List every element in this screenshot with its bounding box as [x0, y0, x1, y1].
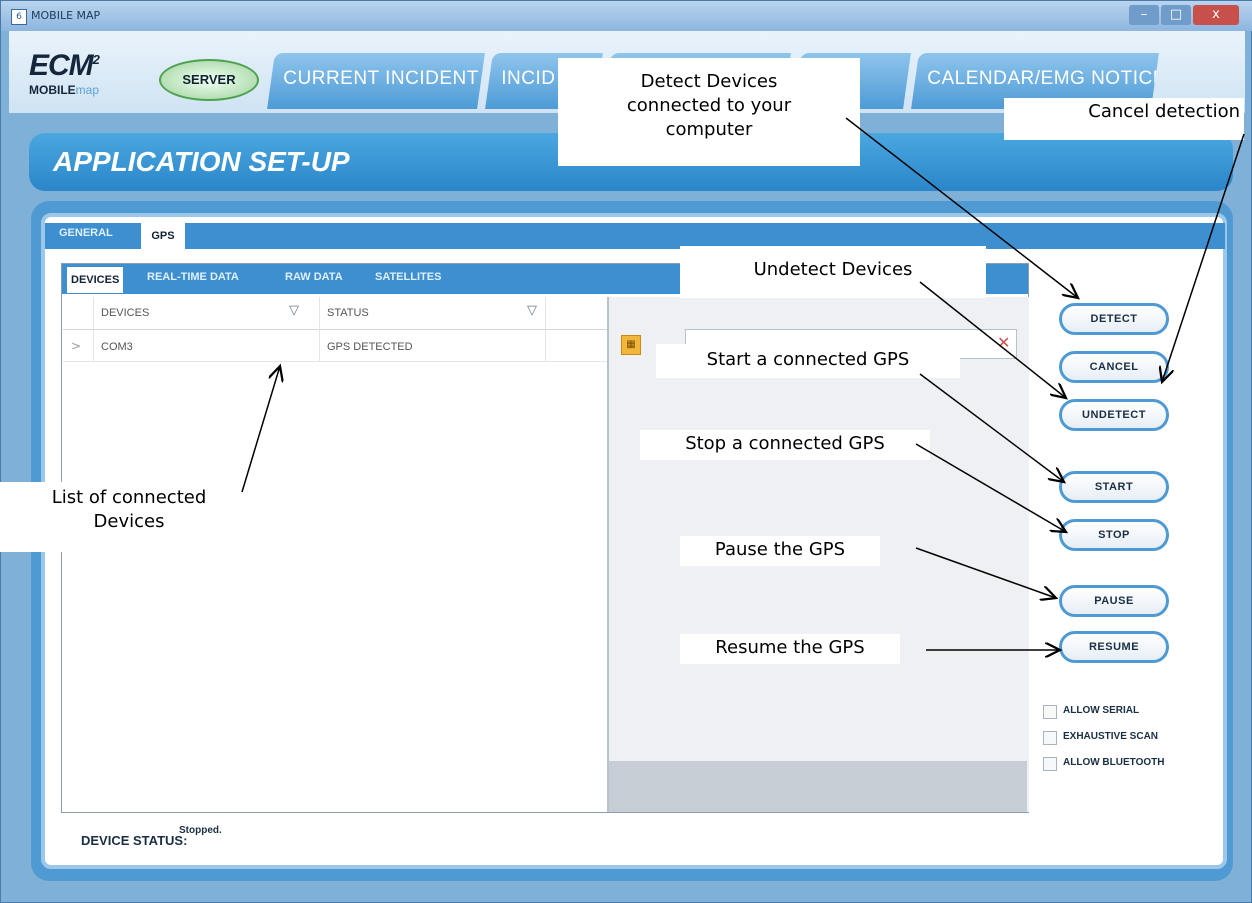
callout-undetect: Undetect Devices: [680, 246, 986, 298]
resume-button[interactable]: RESUME: [1059, 631, 1169, 663]
pause-button[interactable]: PAUSE: [1059, 585, 1169, 617]
callout-start: Start a connected GPS: [656, 344, 960, 378]
cell-status[interactable]: GPS DETECTED: [327, 341, 413, 353]
grid-divider: [63, 361, 607, 362]
grid-divider: [319, 297, 320, 361]
callout-cancel: Cancel detection: [1004, 98, 1244, 140]
callout-pause: Pause the GPS: [680, 536, 880, 566]
callout-detect-line3: computer: [665, 119, 753, 140]
callout-list: List of connected Devices: [0, 482, 258, 552]
tab-current-incident[interactable]: CURRENT INCIDENT: [267, 53, 485, 109]
device-status-value: Stopped.: [179, 825, 222, 836]
tab-label: CURRENT INCIDENT: [283, 68, 479, 89]
logo-superscript: 2: [92, 52, 100, 67]
callout-resume: Resume the GPS: [680, 634, 900, 664]
maximize-button[interactable]: □: [1161, 5, 1191, 25]
start-button[interactable]: START: [1059, 471, 1169, 503]
page-title: APPLICATION SET-UP: [53, 146, 350, 177]
tab-real-time-data[interactable]: REAL-TIME DATA: [147, 271, 239, 283]
window-title: MOBILE MAP: [31, 9, 101, 22]
filter-icon[interactable]: ▽: [527, 303, 537, 318]
callout-list-line2: Devices: [93, 511, 165, 532]
device-status-label: DEVICE STATUS:: [81, 833, 188, 848]
allow-serial-label: ALLOW SERIAL: [1063, 705, 1140, 716]
callout-list-line1: List of connected: [51, 487, 207, 508]
cell-device[interactable]: COM3: [101, 341, 133, 353]
grid-divider: [545, 297, 546, 361]
server-badge[interactable]: SERVER: [159, 59, 259, 101]
logo-mobile: MOBILE: [29, 83, 76, 97]
exhaustive-scan-checkbox[interactable]: [1043, 731, 1057, 745]
title-bar[interactable]: 6 MOBILE MAP – □ x: [1, 1, 1252, 31]
column-header-devices[interactable]: DEVICES: [101, 307, 149, 319]
minimize-button[interactable]: –: [1129, 5, 1159, 25]
tab-raw-data[interactable]: RAW DATA: [285, 271, 343, 283]
logo-brand: ECM: [29, 49, 94, 82]
grid-icon[interactable]: ▦: [621, 335, 641, 355]
allow-bluetooth-checkbox[interactable]: [1043, 757, 1057, 771]
callout-stop: Stop a connected GPS: [640, 430, 930, 460]
tab-general[interactable]: GENERAL: [59, 227, 113, 239]
callout-detect-line1: Detect Devices: [640, 71, 778, 92]
grid-divider: [93, 297, 94, 361]
settings-tabstrip: [45, 223, 1225, 249]
exhaustive-scan-label: EXHAUSTIVE SCAN: [1063, 731, 1159, 742]
undetect-button[interactable]: UNDETECT: [1059, 399, 1169, 431]
logo-map: map: [75, 83, 100, 97]
column-header-status[interactable]: STATUS: [327, 307, 369, 319]
allow-bluetooth-label: ALLOW BLUETOOTH: [1063, 757, 1165, 768]
ecm-logo: ECM2: [29, 49, 100, 83]
app-icon: 6: [11, 9, 27, 25]
filter-icon[interactable]: ▽: [289, 303, 299, 318]
detect-button[interactable]: DETECT: [1059, 303, 1169, 335]
tab-devices[interactable]: DEVICES: [67, 267, 124, 293]
clear-icon[interactable]: ✕: [997, 333, 1010, 352]
row-indicator-icon: >: [71, 339, 82, 353]
tab-gps[interactable]: GPS: [141, 223, 185, 249]
callout-detect: Detect Devices connected to your compute…: [558, 58, 860, 166]
close-button[interactable]: x: [1193, 5, 1239, 25]
detail-pane-footer: [609, 761, 1027, 812]
tab-satellites[interactable]: SATELLITES: [375, 271, 441, 283]
stop-button[interactable]: STOP: [1059, 519, 1169, 551]
tab-label: INCID: [501, 68, 556, 89]
cancel-button[interactable]: CANCEL: [1059, 351, 1169, 383]
mobile-map-logo: MOBILEmap: [29, 83, 99, 97]
callout-detect-line2: connected to your: [626, 95, 792, 116]
allow-serial-checkbox[interactable]: [1043, 705, 1057, 719]
